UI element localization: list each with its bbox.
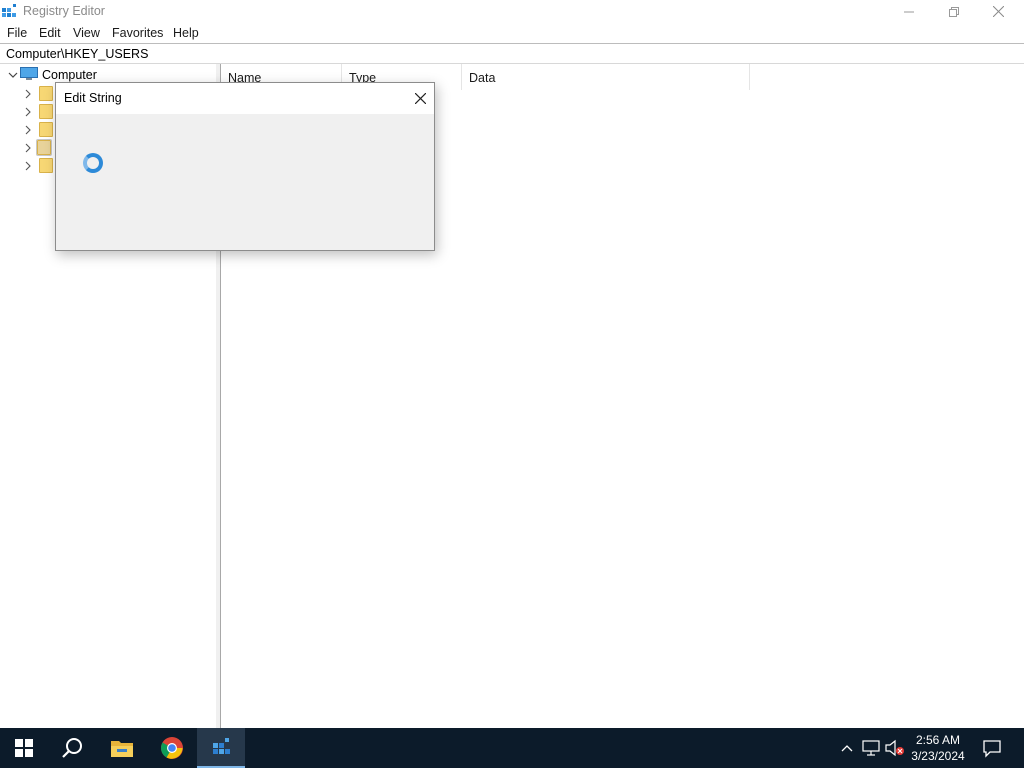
chevron-right-icon[interactable] bbox=[23, 107, 33, 117]
registry-editor-taskbar-button[interactable] bbox=[197, 728, 245, 768]
chrome-button[interactable] bbox=[148, 728, 196, 768]
show-hidden-icons-button[interactable] bbox=[837, 738, 857, 758]
search-button[interactable] bbox=[48, 728, 96, 768]
folder-icon bbox=[39, 158, 53, 173]
dialog-title-bar: Edit String bbox=[56, 83, 434, 114]
dialog-close-button[interactable] bbox=[406, 83, 434, 114]
windows-logo-icon bbox=[15, 739, 33, 757]
registry-editor-icon bbox=[213, 738, 230, 754]
close-icon bbox=[414, 93, 426, 104]
registry-editor-icon bbox=[2, 4, 16, 17]
folder-icon bbox=[39, 104, 53, 119]
folder-icon bbox=[39, 122, 53, 137]
menu-help[interactable]: Help bbox=[173, 26, 199, 40]
chevron-right-icon[interactable] bbox=[23, 125, 33, 135]
network-icon bbox=[862, 740, 880, 756]
system-clock[interactable]: 2:56 AM 3/23/2024 bbox=[905, 732, 971, 764]
chevron-right-icon[interactable] bbox=[23, 89, 33, 99]
close-icon bbox=[993, 6, 1004, 17]
address-path[interactable]: Computer\HKEY_USERS bbox=[6, 47, 148, 61]
clock-time: 2:56 AM bbox=[915, 733, 961, 747]
address-bar[interactable]: Computer\HKEY_USERS bbox=[0, 43, 1024, 64]
file-explorer-button[interactable] bbox=[98, 728, 146, 768]
column-header-data[interactable]: Data bbox=[462, 64, 750, 90]
title-bar: Registry Editor bbox=[0, 0, 1024, 23]
menu-edit[interactable]: Edit bbox=[39, 26, 61, 40]
action-center-button[interactable] bbox=[980, 736, 1004, 760]
chevron-right-icon[interactable] bbox=[23, 161, 33, 171]
close-button[interactable] bbox=[976, 0, 1021, 23]
dialog-title: Edit String bbox=[64, 91, 122, 105]
volume-muted-icon bbox=[885, 739, 904, 757]
chevron-up-icon bbox=[841, 745, 853, 752]
window-title: Registry Editor bbox=[23, 4, 105, 18]
minimize-icon bbox=[903, 11, 914, 12]
tree-root-label[interactable]: Computer bbox=[42, 68, 97, 82]
chrome-icon bbox=[161, 737, 183, 759]
chevron-down-icon[interactable] bbox=[8, 70, 18, 80]
restore-icon bbox=[948, 6, 959, 17]
chevron-right-icon[interactable] bbox=[23, 143, 33, 153]
file-explorer-icon bbox=[111, 741, 133, 757]
folder-icon bbox=[39, 86, 53, 101]
computer-icon bbox=[20, 67, 38, 80]
network-button[interactable] bbox=[861, 738, 881, 758]
taskbar: 2:56 AM 3/23/2024 bbox=[0, 728, 1024, 768]
clock-date: 3/23/2024 bbox=[911, 749, 965, 763]
notification-icon bbox=[983, 740, 1001, 758]
volume-button[interactable] bbox=[885, 738, 905, 758]
loading-spinner-icon bbox=[83, 153, 103, 173]
menu-bar: File Edit View Favorites Help bbox=[0, 23, 1024, 42]
menu-view[interactable]: View bbox=[73, 26, 100, 40]
menu-favorites[interactable]: Favorites bbox=[112, 26, 163, 40]
folder-icon bbox=[36, 139, 52, 156]
search-icon bbox=[62, 738, 82, 758]
edit-string-dialog: Edit String bbox=[55, 82, 435, 251]
start-button[interactable] bbox=[0, 728, 48, 768]
minimize-button[interactable] bbox=[886, 0, 931, 23]
restore-button[interactable] bbox=[931, 0, 976, 23]
menu-file[interactable]: File bbox=[7, 26, 27, 40]
